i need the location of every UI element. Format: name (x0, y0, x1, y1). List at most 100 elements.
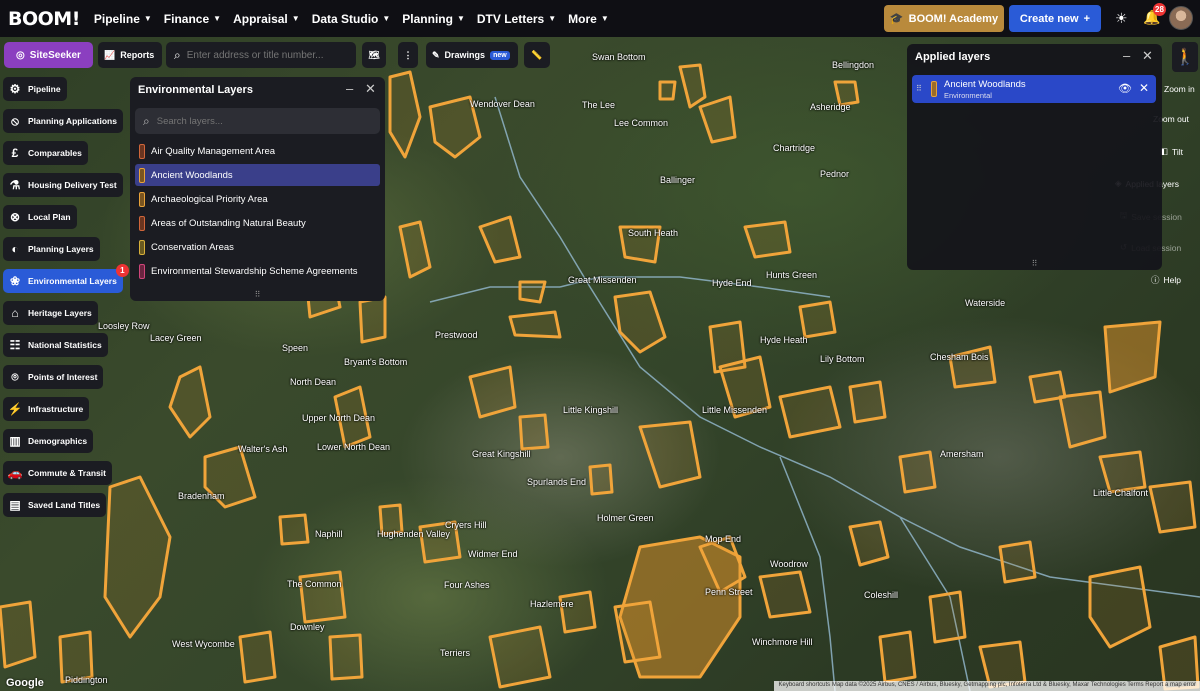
sidebar-item-commute-transit[interactable]: 🚗 Commute & Transit (3, 461, 112, 485)
map-place-label: Winchmore Hill (752, 637, 813, 647)
more-options-button[interactable]: ⋮ (398, 42, 418, 68)
layer-search[interactable]: ⌕ (135, 108, 380, 134)
chevron-down-icon: ▼ (143, 14, 152, 23)
drag-handle-icon[interactable]: ⠿ (916, 84, 922, 93)
minimize-icon[interactable]: – (346, 81, 353, 96)
address-search-input[interactable] (186, 49, 347, 61)
heritage-icon: ⌂ (11, 306, 19, 320)
nav-more[interactable]: More ▼ (568, 12, 609, 26)
environment-icon: ❀ (9, 274, 21, 288)
map-place-label: Naphill (315, 529, 343, 539)
sidebar-item-planning-applications[interactable]: ⦸ Planning Applications (3, 109, 123, 133)
siteseeker-button[interactable]: ◎ SiteSeeker (4, 42, 93, 68)
sidebar-item-housing-delivery-test[interactable]: ⚗ Housing Delivery Test (3, 173, 123, 197)
nav-appraisal[interactable]: Appraisal ▼ (233, 12, 300, 26)
layer-item-stewardship-scheme[interactable]: Environmental Stewardship Scheme Agreeme… (135, 260, 380, 282)
map-place-label: Loosley Row (98, 321, 150, 331)
chart-icon: ▥ (9, 434, 21, 448)
sidebar-item-demographics[interactable]: ▥ Demographics (3, 429, 94, 453)
nav-label: Data Studio (311, 11, 379, 26)
applied-layers-panel: Applied layers – ✕ ⠿ Ancient Woodlands E… (907, 44, 1162, 270)
nav-label: DTV Letters (476, 11, 545, 26)
create-new-button[interactable]: Create new + (1009, 5, 1101, 32)
sidebar-item-label: Planning Layers (28, 244, 94, 254)
map-place-label: Mop End (705, 534, 742, 544)
sidebar-item-label: Points of Interest (28, 372, 98, 382)
graduation-cap-icon: 🎓 (889, 13, 904, 25)
layer-item-air-quality[interactable]: Air Quality Management Area (135, 140, 380, 162)
layer-count-badge: 1 (115, 264, 129, 277)
resize-grip-icon[interactable]: ⠿ (130, 290, 385, 299)
nav-planning[interactable]: Planning ▼ (402, 12, 465, 26)
sidebar-item-heritage-layers[interactable]: ⌂ Heritage Layers (3, 301, 98, 325)
sidebar-item-label: National Statistics (28, 340, 102, 350)
sidebar-item-points-of-interest[interactable]: ⌾ Points of Interest (3, 365, 104, 389)
map-place-label: Terriers (440, 648, 471, 658)
map-place-label: Lower North Dean (317, 442, 391, 452)
pin-icon: ⌾ (11, 369, 19, 384)
applied-layer-item[interactable]: ⠿ Ancient Woodlands Environmental 👁 ✕ (912, 75, 1156, 103)
reports-button[interactable]: 📈 Reports (98, 42, 162, 68)
street-view-pegman-icon[interactable]: 🚶 (1172, 42, 1198, 72)
map-place-label: Speen (282, 343, 309, 353)
sidebar-item-comparables[interactable]: £ Comparables (3, 141, 88, 165)
pen-icon: ✎ (432, 49, 440, 60)
avatar[interactable] (1169, 6, 1193, 30)
sidebar-item-label: Commute & Transit (28, 468, 106, 478)
layer-label: Archaeological Priority Area (151, 193, 268, 205)
nav-pipeline[interactable]: Pipeline ▼ (94, 12, 152, 26)
map-place-label: Widmer End (468, 549, 518, 559)
map-place-label: Great Missenden (568, 275, 637, 285)
close-icon[interactable]: ✕ (1142, 48, 1153, 64)
nav-label: Finance (163, 11, 210, 26)
academy-button[interactable]: 🎓 BOOM! Academy (884, 5, 1004, 32)
zoom-in-button[interactable]: Zoom in (1164, 84, 1195, 94)
help-button[interactable]: ⓘ Help (1151, 274, 1181, 286)
layer-item-archaeological-priority[interactable]: Archaeological Priority Area (135, 188, 380, 210)
theme-toggle-icon[interactable]: ☀ (1115, 10, 1128, 27)
layer-color-swatch (931, 81, 937, 97)
map-place-label: Lily Bottom (820, 354, 865, 364)
layer-item-conservation-areas[interactable]: Conservation Areas (135, 236, 380, 258)
map-place-label: Coleshill (864, 590, 899, 600)
close-icon[interactable]: ✕ (365, 81, 376, 97)
chevron-down-icon: ▼ (382, 14, 391, 23)
address-search[interactable]: ⌕ (166, 42, 356, 68)
resize-grip-icon[interactable]: ⠿ (907, 259, 1162, 268)
remove-layer-icon[interactable]: ✕ (1139, 81, 1149, 95)
panel-title: Environmental Layers (138, 84, 253, 96)
sidebar-item-planning-layers[interactable]: ◐ Planning Layers (3, 237, 100, 261)
nav-dtv-letters[interactable]: DTV Letters ▼ (477, 12, 556, 26)
app-logo[interactable]: BOOM! (8, 8, 80, 30)
nav-data-studio[interactable]: Data Studio ▼ (312, 12, 391, 26)
layer-search-input[interactable] (156, 115, 357, 127)
layer-color-swatch (139, 143, 145, 159)
layer-label: Ancient Woodlands (151, 169, 233, 181)
layer-item-aonb[interactable]: Areas of Outstanding Natural Beauty (135, 212, 380, 234)
map-place-label: Wendover Dean (470, 99, 535, 109)
sidebar-item-national-statistics[interactable]: ☷ National Statistics (3, 333, 108, 357)
eye-icon[interactable]: 👁 (1118, 82, 1132, 95)
map-view-button[interactable]: 🗺 (362, 42, 386, 68)
minimize-icon[interactable]: – (1123, 48, 1130, 63)
sidebar-item-local-plan[interactable]: ⊗ Local Plan (3, 205, 77, 229)
drawings-button[interactable]: ✎ Drawings new (426, 42, 518, 68)
tilt-button[interactable]: ◧ Tilt (1160, 146, 1183, 157)
drawings-label: Drawings (444, 50, 486, 60)
sidebar-item-pipeline[interactable]: ⚙ Pipeline (3, 77, 67, 101)
sidebar-item-environmental-layers[interactable]: ❀ Environmental Layers 1 (3, 264, 129, 293)
sidebar-item-infrastructure[interactable]: ⚡ Infrastructure (3, 397, 90, 421)
nav-finance[interactable]: Finance ▼ (164, 12, 221, 26)
sidebar-item-label: Comparables (28, 148, 82, 158)
layer-item-ancient-woodlands[interactable]: Ancient Woodlands (135, 164, 380, 186)
map-place-label: South Heath (628, 228, 679, 238)
map-place-label: Ballinger (660, 175, 696, 185)
sidebar-item-saved-land-titles[interactable]: ▤ Saved Land Titles (3, 493, 107, 517)
map-attribution[interactable]: Keyboard shortcuts Map data ©2025 Airbus… (774, 681, 1200, 691)
chevron-down-icon: ▼ (600, 14, 609, 23)
map-place-label: Woodrow (770, 559, 808, 569)
measure-button[interactable]: 📏 (524, 42, 550, 68)
map-place-label: Little Missenden (702, 405, 768, 415)
help-label: Help (1163, 275, 1181, 285)
map-place-label: Hazlemere (530, 599, 574, 609)
